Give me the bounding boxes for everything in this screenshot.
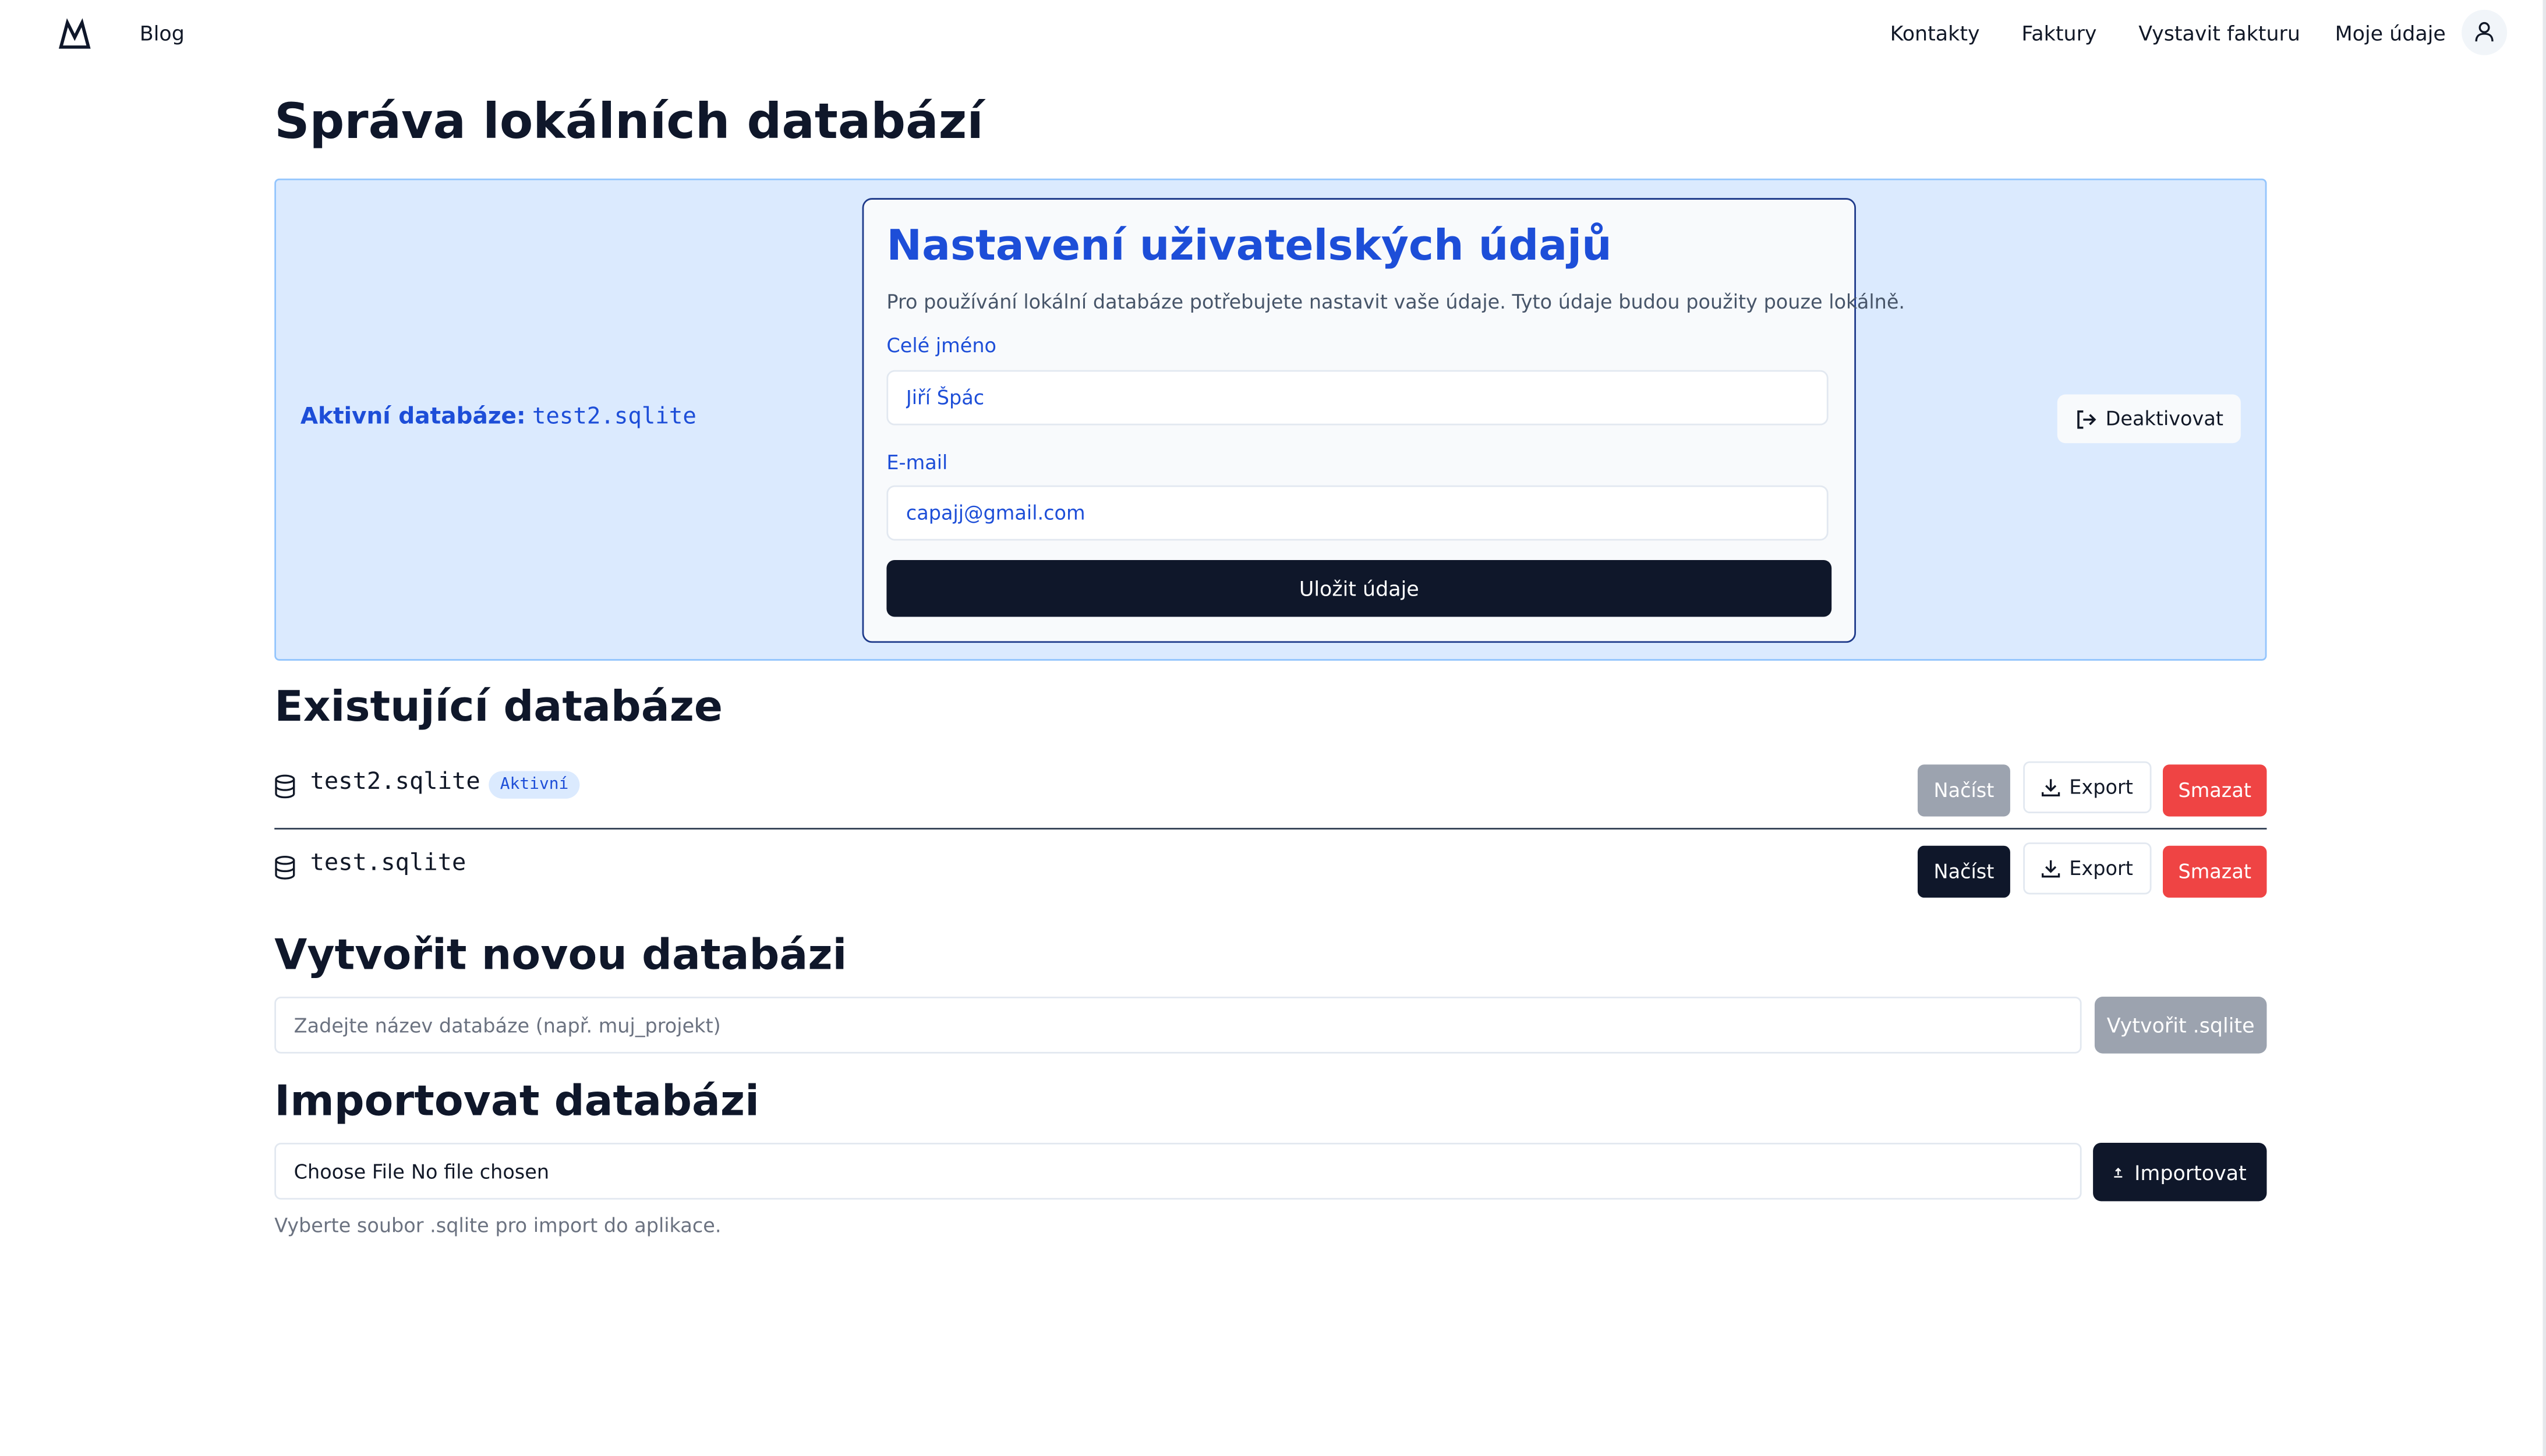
load-button[interactable]: Načíst: [1917, 845, 2010, 898]
email-input[interactable]: [886, 485, 1829, 541]
file-status: No file chosen: [411, 1160, 550, 1183]
delete-button[interactable]: Smazat: [2163, 845, 2267, 898]
create-database-title: Vytvořit novou databázi: [274, 931, 847, 981]
user-settings-card: Nastavení uživatelských údajů Pro použív…: [862, 198, 1905, 643]
user-menu-button[interactable]: [2462, 9, 2508, 55]
import-button[interactable]: Importovat: [2093, 1142, 2267, 1202]
create-sqlite-button[interactable]: Vytvořit .sqlite: [2094, 997, 2267, 1054]
mountain-logo-icon[interactable]: [58, 18, 91, 51]
page-title: Správa lokálních databází: [274, 94, 984, 151]
deactivate-label: Deaktivovat: [2105, 407, 2223, 430]
import-label: Importovat: [2134, 1160, 2247, 1185]
active-database-name: test2.sqlite: [532, 404, 696, 430]
file-input[interactable]: Choose File No file chosen: [274, 1142, 2082, 1200]
save-details-button[interactable]: Uložit údaje: [886, 559, 1832, 617]
delete-button[interactable]: Smazat: [2163, 764, 2267, 817]
database-icon: [275, 855, 295, 880]
deactivate-button[interactable]: Deaktivovat: [2057, 394, 2241, 444]
export-button[interactable]: Export: [2023, 842, 2152, 895]
database-icon: [275, 774, 295, 799]
export-label: Export: [2069, 775, 2133, 799]
database-name: test2.sqlite: [310, 769, 480, 796]
active-database-caption: Aktivní databáze:: [300, 404, 526, 430]
active-database-panel: Aktivní databáze: test2.sqlite Nastavení …: [274, 178, 2267, 661]
database-name-input[interactable]: Zadejte název databáze (např. muj_projek…: [274, 997, 2082, 1054]
nav-link-invoices[interactable]: Faktury: [2021, 21, 2096, 45]
choose-file-button[interactable]: Choose File: [294, 1160, 405, 1182]
nav-link-issue-invoice[interactable]: Vystavit fakturu: [2138, 21, 2300, 45]
nav-link-my-details[interactable]: Moje údaje: [2335, 21, 2446, 45]
download-icon: [2042, 779, 2061, 796]
scrollbar-track[interactable]: [2543, 0, 2546, 1456]
export-button[interactable]: Export: [2023, 761, 2152, 813]
user-icon: [2475, 22, 2494, 42]
nav-link-blog[interactable]: Blog: [140, 21, 185, 45]
export-label: Export: [2069, 857, 2133, 880]
active-database-label: Aktivní databáze: test2.sqlite: [300, 404, 696, 430]
top-nav: Blog Kontakty Faktury Vystavit fakturu M…: [0, 0, 2546, 68]
logout-icon: [2077, 409, 2096, 428]
full-name-label: Celé jméno: [886, 334, 997, 357]
active-badge: Aktivní: [489, 771, 580, 799]
email-label: E-mail: [886, 451, 948, 474]
user-settings-description: Pro používání lokální databáze potřebuje…: [886, 291, 1905, 314]
nav-link-contacts[interactable]: Kontakty: [1890, 21, 1980, 45]
user-settings-title: Nastavení uživatelských údajů: [886, 222, 1612, 271]
import-database-title: Importovat databázi: [274, 1078, 760, 1127]
database-name: test.sqlite: [310, 851, 466, 877]
full-name-input[interactable]: [886, 370, 1829, 426]
database-row: test2.sqlite Aktivní Načíst Export Smaza…: [274, 748, 2267, 829]
download-icon: [2042, 860, 2061, 878]
import-help-text: Vyberte soubor .sqlite pro import do apl…: [274, 1214, 722, 1237]
existing-databases-title: Existující databáze: [274, 683, 723, 732]
database-row: test.sqlite Načíst Export Smazat: [274, 830, 2267, 911]
load-button-disabled[interactable]: Načíst: [1917, 764, 2010, 817]
page: Blog Kontakty Faktury Vystavit fakturu M…: [0, 0, 2546, 1456]
upload-icon: [2114, 1167, 2123, 1177]
